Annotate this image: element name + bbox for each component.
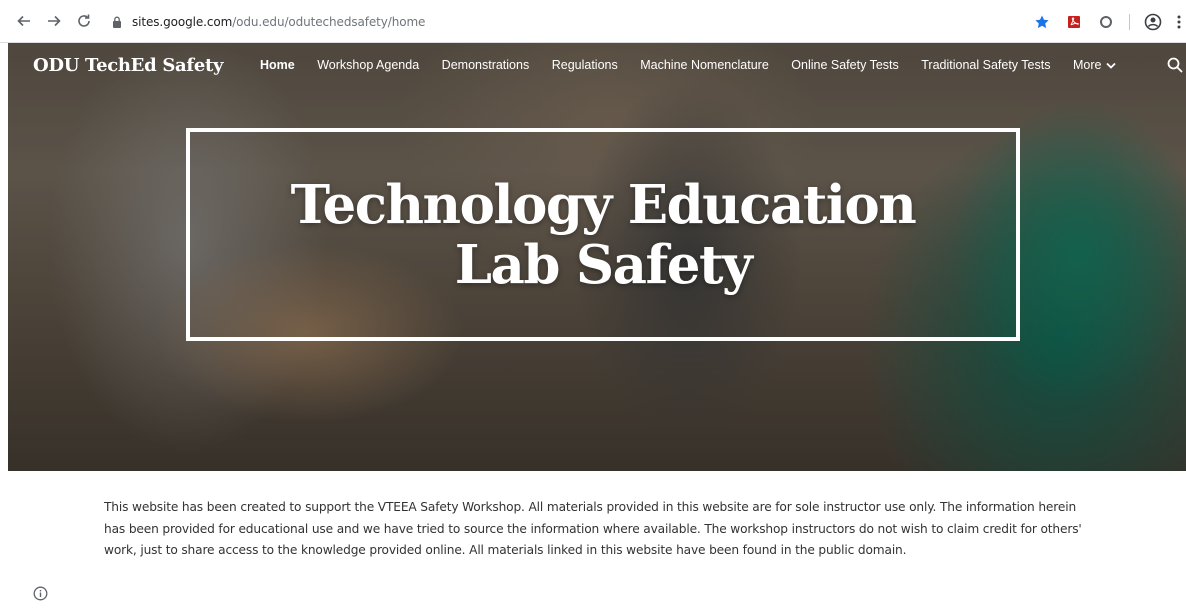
address-bar[interactable]: sites.google.com/odu.edu/odutechedsafety… bbox=[110, 10, 1110, 34]
forward-icon[interactable] bbox=[44, 11, 64, 31]
browser-toolbar: sites.google.com/odu.edu/odutechedsafety… bbox=[0, 0, 1186, 43]
intro-paragraph: This website has been created to support… bbox=[104, 500, 1082, 557]
url-text: sites.google.com/odu.edu/odutechedsafety… bbox=[132, 15, 425, 29]
profile-icon[interactable] bbox=[1144, 13, 1162, 31]
nav-machine-nomenclature[interactable]: Machine Nomenclature bbox=[640, 58, 769, 72]
nav-workshop-agenda[interactable]: Workshop Agenda bbox=[317, 58, 419, 72]
lock-icon bbox=[113, 16, 121, 28]
hero-title-line-2: Lab Safety bbox=[454, 233, 753, 296]
nav-regulations[interactable]: Regulations bbox=[552, 58, 618, 72]
browser-actions bbox=[1033, 10, 1186, 34]
site-header: ODU TechEd Safety Home Workshop Agenda D… bbox=[8, 43, 1186, 89]
site-title[interactable]: ODU TechEd Safety bbox=[33, 55, 223, 76]
back-icon[interactable] bbox=[14, 11, 34, 31]
pdf-extension-icon[interactable] bbox=[1065, 13, 1083, 31]
hero-title-line-1: Technology Education bbox=[290, 173, 917, 236]
info-icon[interactable] bbox=[33, 586, 48, 601]
menu-dots-icon[interactable] bbox=[1176, 13, 1182, 31]
reload-icon[interactable] bbox=[74, 11, 94, 31]
nav-more-label: More bbox=[1072, 58, 1102, 72]
site-nav: Home Workshop Agenda Demonstrations Regu… bbox=[260, 58, 1117, 72]
extension-circle-icon[interactable] bbox=[1097, 13, 1115, 31]
nav-traditional-safety-tests[interactable]: Traditional Safety Tests bbox=[921, 58, 1050, 72]
chevron-down-icon bbox=[1106, 62, 1117, 69]
url-host: sites.google.com bbox=[132, 15, 233, 29]
toolbar-separator bbox=[1129, 14, 1130, 30]
url-path: /odu.edu/odutechedsafety/home bbox=[232, 15, 426, 29]
hero-title-frame: Technology Education Lab Safety bbox=[186, 128, 1020, 341]
nav-demonstrations[interactable]: Demonstrations bbox=[442, 58, 530, 72]
bookmark-star-icon[interactable] bbox=[1033, 13, 1051, 31]
nav-home[interactable]: Home bbox=[260, 58, 295, 72]
nav-more[interactable]: More bbox=[1072, 58, 1117, 72]
nav-online-safety-tests[interactable]: Online Safety Tests bbox=[791, 58, 898, 72]
search-icon[interactable] bbox=[1166, 56, 1184, 74]
hero-banner: ODU TechEd Safety Home Workshop Agenda D… bbox=[8, 43, 1186, 471]
